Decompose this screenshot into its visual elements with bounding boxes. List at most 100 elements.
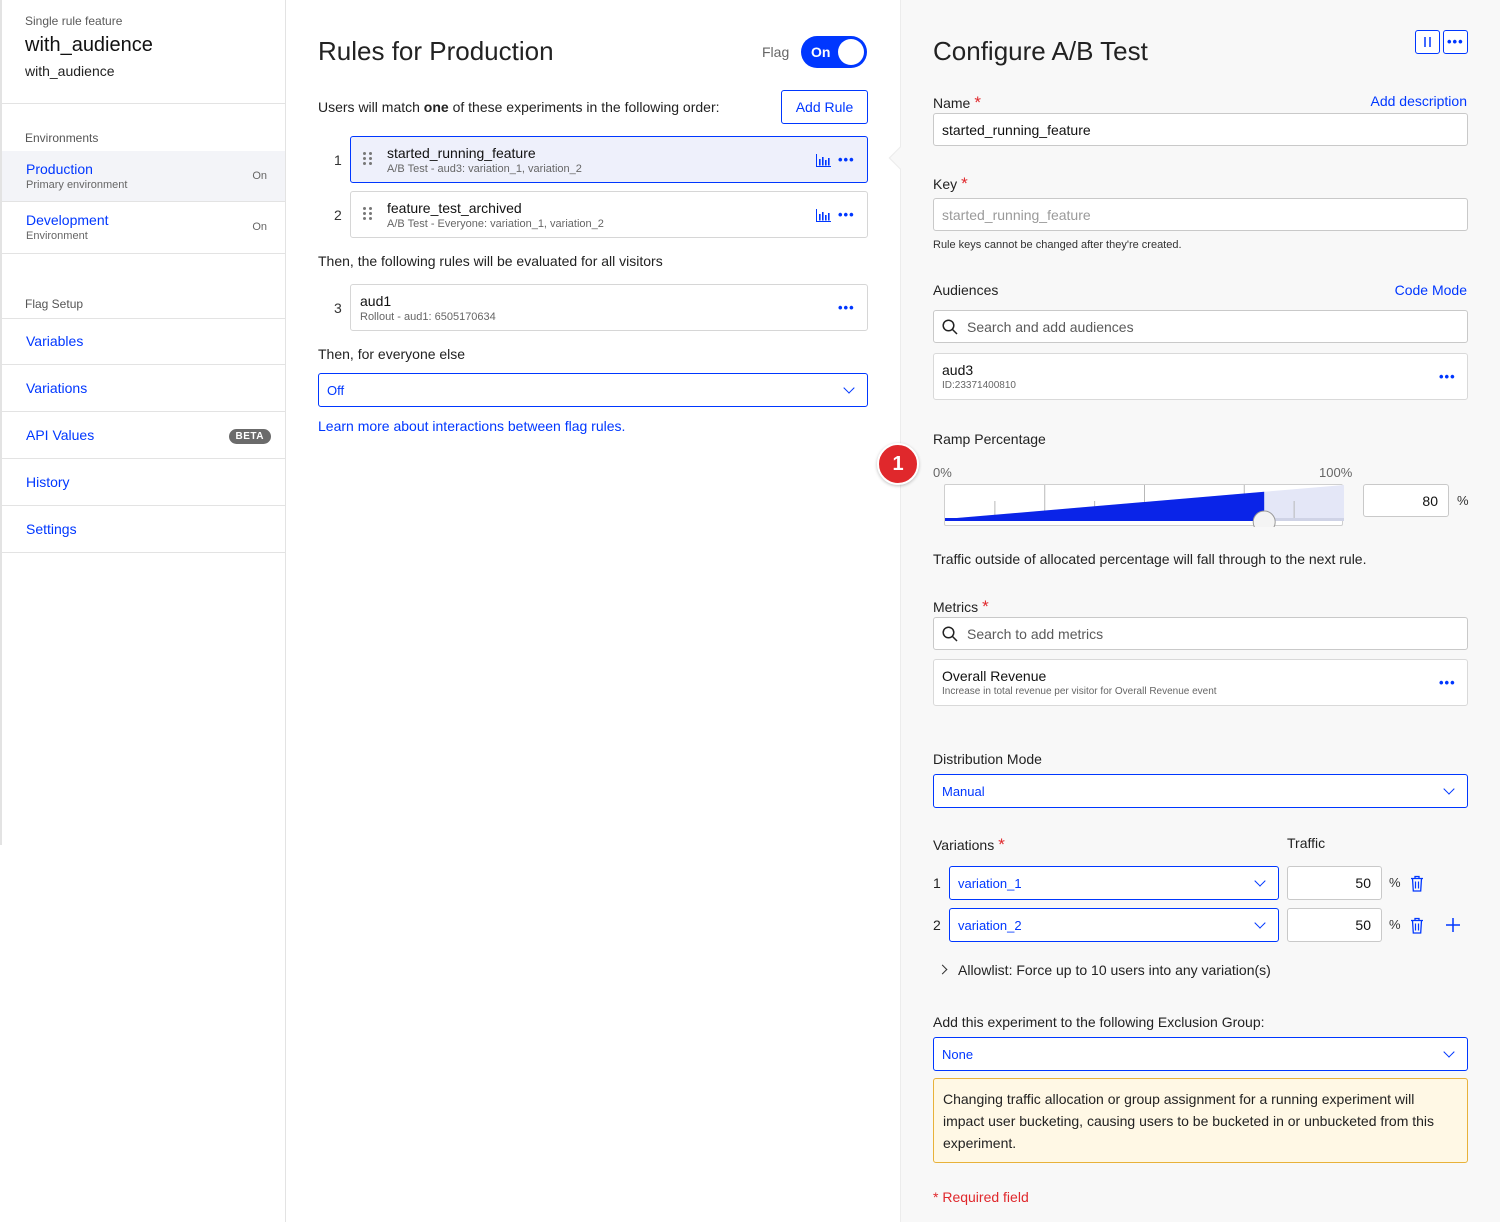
environments-heading: Environments (25, 131, 99, 145)
rules-title: Rules for Production (318, 36, 554, 66)
split-view-icon (1424, 37, 1431, 47)
percent-sign: % (1389, 875, 1401, 890)
traffic-input-1[interactable]: 50 (1287, 866, 1382, 900)
trash-icon[interactable] (1410, 917, 1424, 934)
nav-history[interactable]: History (2, 459, 285, 506)
more-dots-icon[interactable]: ••• (838, 153, 854, 167)
flag-kicker: Single rule feature (25, 14, 123, 28)
ramp-wedge-fill (945, 491, 1265, 519)
ramp-min-label: 0% (933, 465, 952, 480)
rule-card-aud1[interactable]: aud1 Rollout - aud1: 6505170634 ••• (350, 284, 868, 331)
key-label: Key * (933, 174, 968, 193)
nav-variations[interactable]: Variations (2, 365, 285, 412)
metrics-label: Metrics * (933, 597, 989, 616)
results-chart-icon[interactable] (816, 209, 831, 222)
more-dots-icon[interactable]: ••• (838, 208, 854, 222)
audience-search-input[interactable]: Search and add audiences (933, 310, 1468, 343)
percent-sign: % (1389, 917, 1401, 932)
results-chart-icon[interactable] (816, 154, 831, 167)
divider (2, 103, 285, 104)
add-rule-button[interactable]: Add Rule (781, 90, 868, 124)
exclusion-group-select[interactable]: None (933, 1037, 1468, 1071)
chevron-down-icon (1443, 1046, 1455, 1058)
flag-toggle-label: Flag (762, 44, 790, 60)
configure-title: Configure A/B Test (933, 36, 1148, 66)
required-field-note: * Required field (933, 1189, 1029, 1205)
more-dots-icon[interactable]: ••• (1439, 676, 1455, 690)
audience-name: aud3 (942, 362, 974, 378)
more-dots-icon[interactable]: ••• (1439, 370, 1455, 384)
sidebar: Single rule feature with_audience with_a… (0, 0, 286, 1222)
env-name: Production (26, 161, 93, 177)
variation-number: 1 (933, 875, 941, 891)
rule-summary: A/B Test - Everyone: variation_1, variat… (387, 218, 604, 230)
audience-id: ID:23371400810 (942, 380, 1016, 391)
flag-toggle[interactable]: On (801, 36, 867, 68)
flag-key: with_audience (25, 63, 115, 79)
rule-card-feature-test-archived[interactable]: feature_test_archived A/B Test - Everyon… (350, 191, 868, 238)
chevron-down-icon (1254, 875, 1266, 887)
plus-icon[interactable] (1446, 918, 1460, 932)
env-description: Environment (26, 230, 88, 242)
variations-label: Variations * (933, 835, 1005, 854)
chevron-down-icon (843, 382, 855, 394)
rule-card-started-running-feature[interactable]: started_running_feature A/B Test - aud3:… (350, 136, 868, 183)
flag-toggle-state: On (811, 44, 831, 60)
rule-name: aud1 (360, 293, 392, 309)
nav-api-values[interactable]: API Values BETA (2, 412, 285, 459)
flag-setup-heading: Flag Setup (25, 297, 84, 311)
variation-select-2[interactable]: variation_2 (949, 908, 1279, 942)
everyone-else-select[interactable]: Off (318, 373, 868, 407)
audience-card[interactable]: aud3 ID:23371400810 ••• (933, 353, 1468, 400)
nav-settings[interactable]: Settings (2, 506, 285, 553)
distribution-mode-select[interactable]: Manual (933, 774, 1468, 808)
more-dots-icon[interactable]: ••• (838, 301, 854, 315)
add-description-link[interactable]: Add description (1370, 93, 1467, 109)
rules-panel: Rules for Production Flag On Users will … (286, 0, 900, 1222)
env-item-development[interactable]: Development Environment On (2, 202, 285, 253)
chevron-right-icon (937, 964, 948, 975)
audiences-label: Audiences (933, 282, 999, 298)
trash-icon[interactable] (1410, 875, 1424, 892)
name-label: Name * (933, 93, 981, 112)
search-icon (942, 625, 958, 642)
chevron-down-icon (1443, 783, 1455, 795)
learn-more-link[interactable]: Learn more about interactions between fl… (318, 418, 625, 434)
toggle-knob (838, 39, 864, 65)
select-value: Manual (942, 783, 985, 799)
env-item-production[interactable]: Production Primary environment On (2, 151, 285, 202)
env-state: On (252, 170, 267, 182)
grip-icon[interactable] (363, 152, 375, 168)
search-placeholder: Search to add metrics (967, 625, 1104, 642)
grip-icon[interactable] (363, 207, 375, 223)
select-value: None (942, 1046, 974, 1062)
select-value: Off (327, 382, 345, 398)
ramp-slider[interactable] (944, 484, 1344, 534)
env-description: Primary environment (26, 179, 128, 191)
code-mode-link[interactable]: Code Mode (1395, 282, 1467, 298)
traffic-input-2[interactable]: 50 (1287, 908, 1382, 942)
nav-label: Variables (26, 333, 84, 349)
rule-order-number: 3 (334, 300, 342, 316)
metrics-search-input[interactable]: Search to add metrics (933, 617, 1468, 650)
beta-badge: BETA (228, 429, 271, 444)
flag-title: with_audience (25, 34, 153, 56)
panel-menu-button[interactable]: ••• (1443, 30, 1468, 54)
nav-label: Settings (26, 521, 77, 537)
ramp-percentage-label: Ramp Percentage (933, 431, 1046, 447)
variation-number: 2 (933, 917, 941, 933)
metric-card[interactable]: Overall Revenue Increase in total revenu… (933, 659, 1468, 706)
variation-select-1[interactable]: variation_1 (949, 866, 1279, 900)
ramp-percentage-input[interactable]: 80 (1363, 484, 1449, 517)
metric-name: Overall Revenue (942, 668, 1047, 684)
allowlist-toggle[interactable]: Allowlist: Force up to 10 users into any… (937, 962, 1271, 978)
name-field[interactable]: started_running_feature (933, 113, 1468, 146)
nav-variables[interactable]: Variables (2, 318, 285, 365)
distribution-mode-label: Distribution Mode (933, 751, 1042, 767)
rules-intro: Users will match one of these experiment… (318, 99, 720, 115)
traffic-label: Traffic (1287, 835, 1326, 851)
configure-panel: Configure A/B Test ••• Name * Add descrip… (888, 0, 1500, 1222)
percent-sign: % (1457, 493, 1469, 508)
split-view-button[interactable] (1415, 30, 1440, 54)
rollout-intro: Then, the following rules will be evalua… (318, 253, 663, 269)
